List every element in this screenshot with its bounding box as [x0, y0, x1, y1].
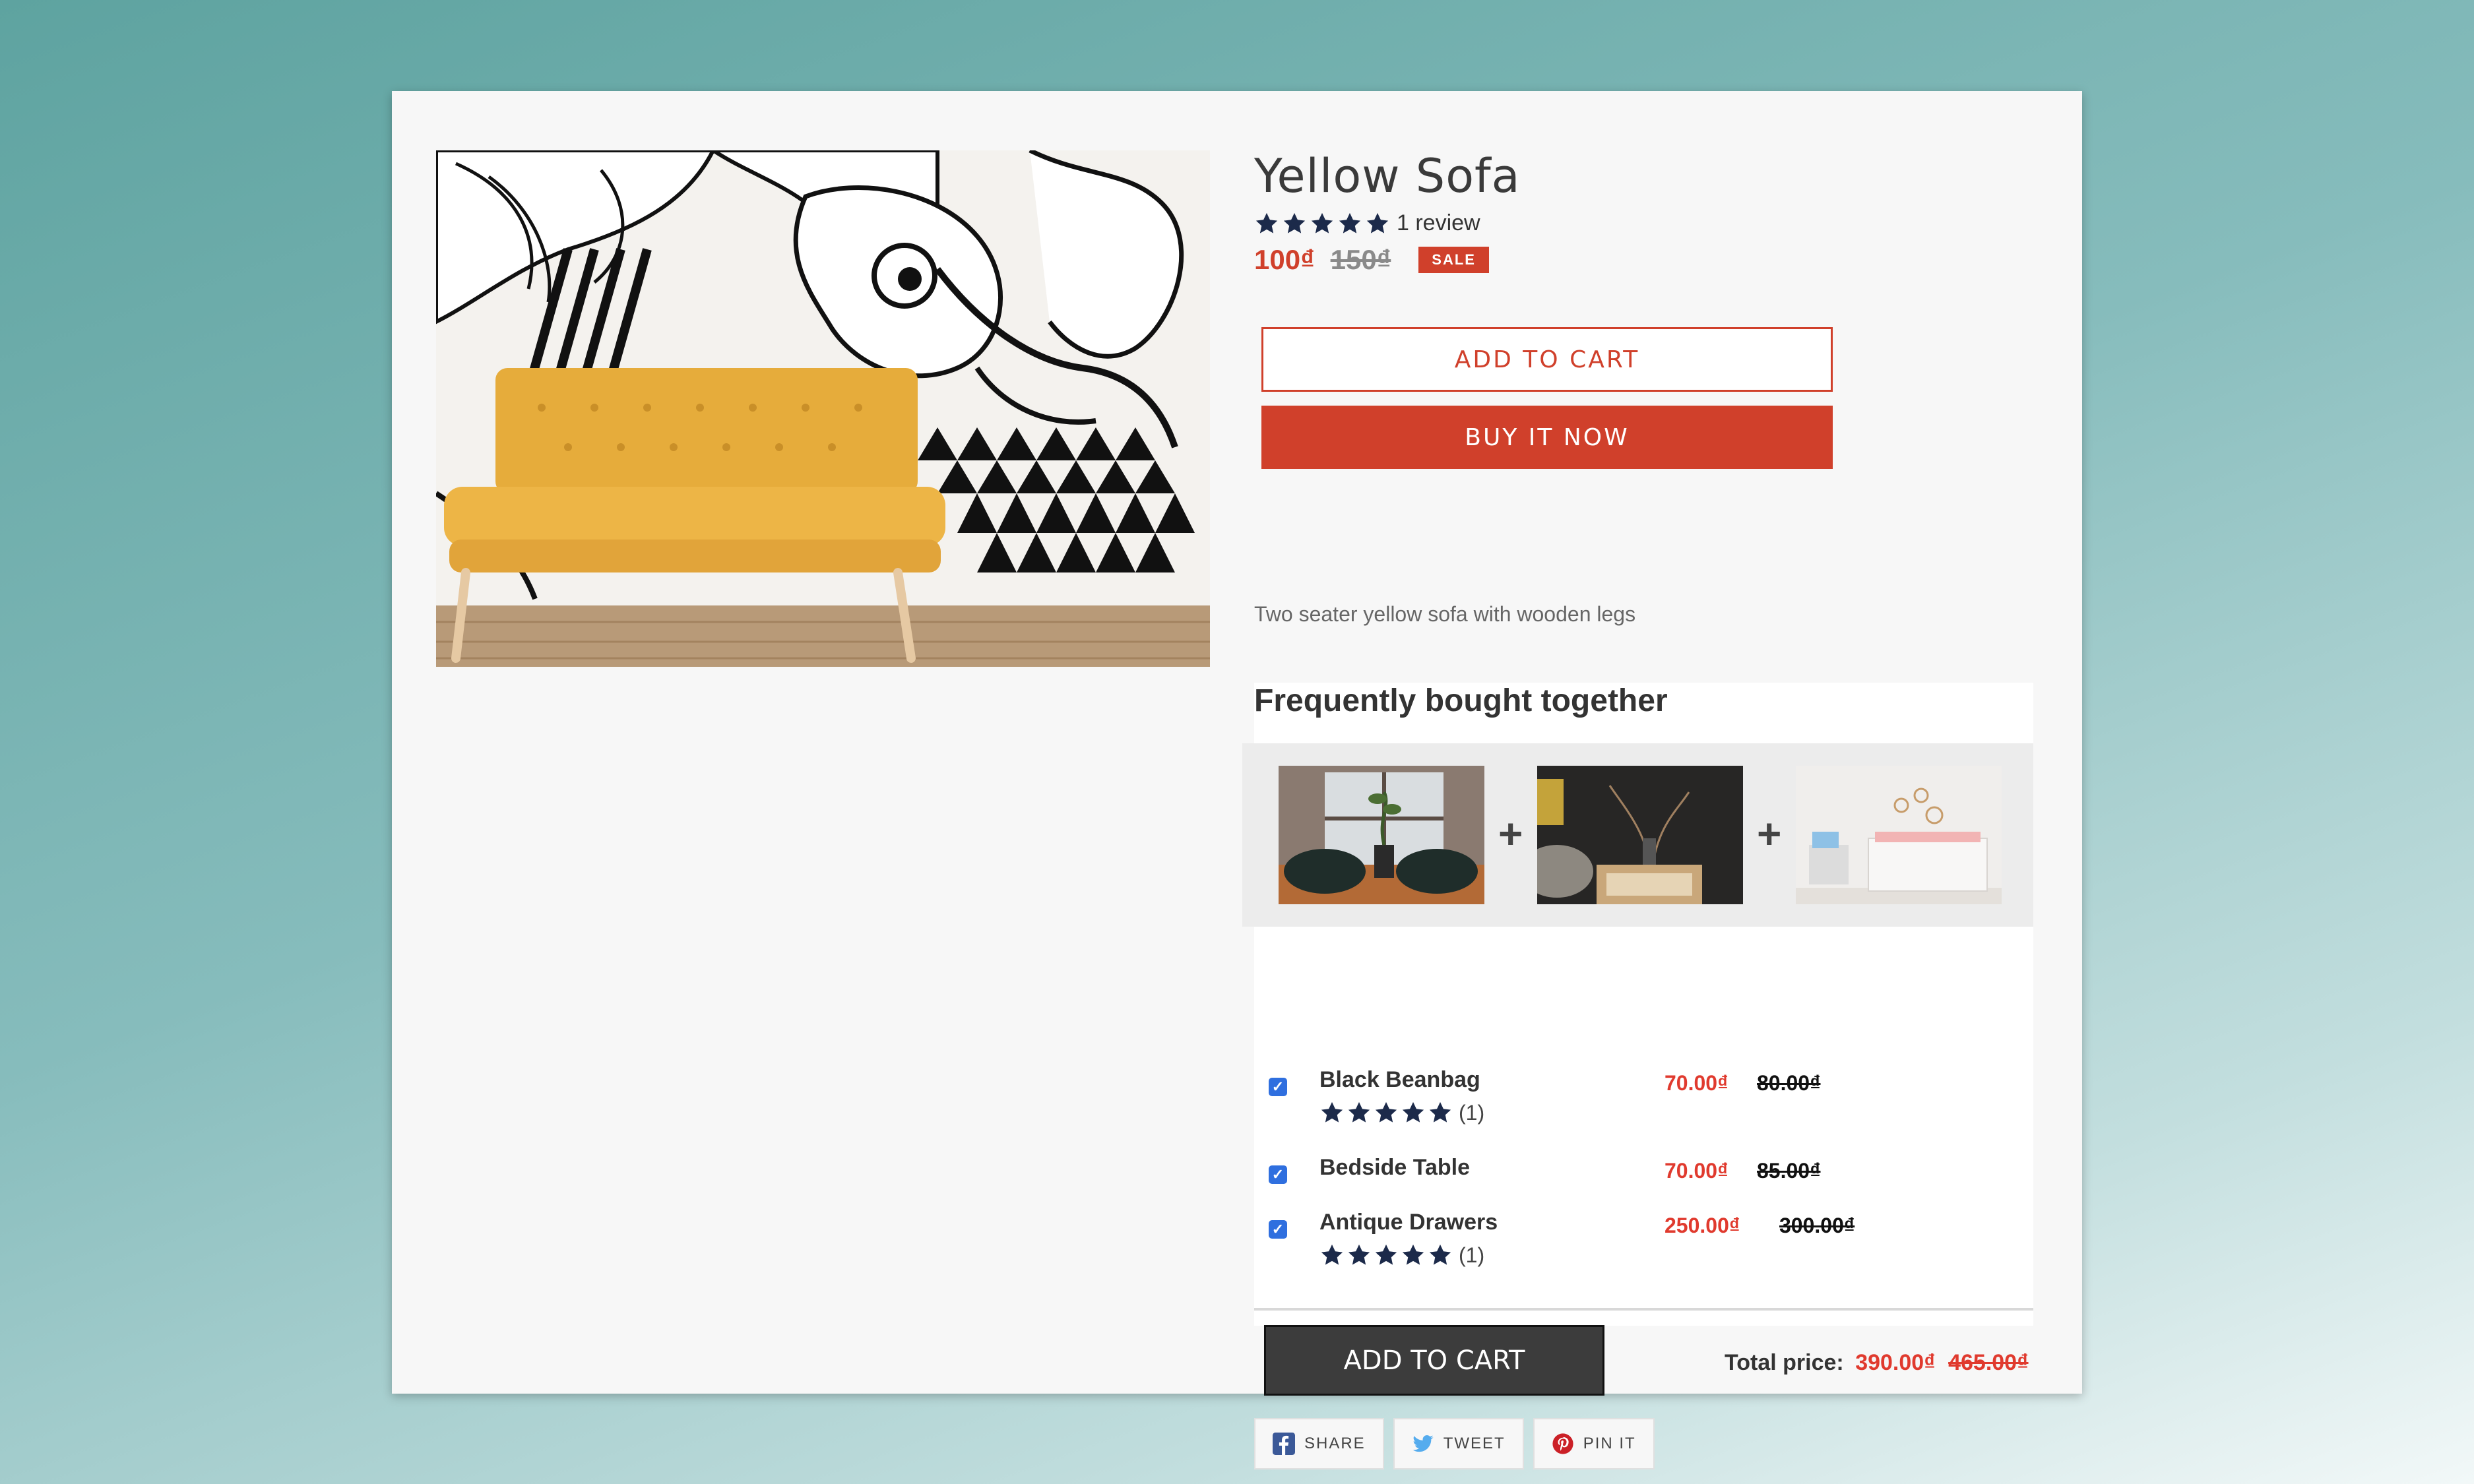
star-icon [1310, 211, 1335, 236]
star-icon [1365, 211, 1390, 236]
bundle-images: + + [1242, 743, 2033, 927]
bedside-table-image [1537, 766, 1743, 904]
star-icon [1282, 211, 1307, 236]
plus-icon: + [1757, 810, 1782, 857]
total-label: Total price: [1725, 1350, 1844, 1375]
bundle-item-name[interactable]: Antique Drawers [1319, 1210, 1498, 1235]
product-description: Two seater yellow sofa with wooden legs [1254, 602, 1636, 626]
black-beanbag-thumbnail[interactable] [1279, 766, 1484, 904]
bundle-total-price: Total price: 390.00₫ 465.00₫ [1725, 1350, 2029, 1376]
product-title: Yellow Sofa [1254, 149, 1521, 203]
share-label: SHARE [1304, 1435, 1366, 1452]
star-icon [1319, 1100, 1345, 1125]
beanbag-image [1279, 766, 1484, 904]
star-icon [1347, 1243, 1372, 1268]
compare-price: 150₫ [1330, 244, 1391, 275]
product-rating[interactable]: 1 review [1254, 210, 1480, 236]
bundle-item-rating: (1) [1319, 1243, 1484, 1268]
bundle-item-name[interactable]: Black Beanbag [1319, 1067, 1480, 1093]
bundle-item-checkbox[interactable]: ✓ [1269, 1165, 1287, 1184]
bundle-item-checkbox[interactable]: ✓ [1269, 1220, 1287, 1239]
bundle-item-compare-price: 85.00₫ [1757, 1159, 1821, 1183]
buy-it-now-button[interactable]: BUY IT NOW [1261, 406, 1833, 469]
facebook-share-button[interactable]: SHARE [1254, 1418, 1384, 1469]
star-icon [1319, 1243, 1345, 1268]
star-icon [1374, 1100, 1399, 1125]
star-icon [1374, 1243, 1399, 1268]
facebook-icon [1273, 1433, 1295, 1455]
twitter-share-button[interactable]: TWEET [1393, 1418, 1524, 1469]
bundle-divider [1254, 1308, 2033, 1311]
bundle-item-price: 250.00₫ [1665, 1214, 1740, 1237]
review-count: (1) [1459, 1100, 1485, 1125]
product-image[interactable] [436, 150, 1210, 667]
bundle-title: Frequently bought together [1254, 683, 1668, 718]
plus-icon: + [1498, 810, 1523, 857]
review-count-link[interactable]: 1 review [1397, 210, 1480, 236]
star-icon [1337, 211, 1362, 236]
star-icon [1401, 1100, 1426, 1125]
bundle-item-compare-price: 80.00₫ [1757, 1071, 1821, 1095]
bundle-item-checkbox[interactable]: ✓ [1269, 1078, 1287, 1096]
social-share: SHARE TWEET PIN IT [1254, 1418, 1664, 1469]
share-label: TWEET [1443, 1435, 1506, 1452]
bedside-table-thumbnail[interactable] [1537, 766, 1743, 904]
bundle-item-price: 70.00₫ [1665, 1159, 1729, 1183]
twitter-icon [1412, 1435, 1434, 1452]
frequently-bought-together: Frequently bought together + + ✓ Black B… [1242, 683, 2033, 1326]
star-icon [1401, 1243, 1426, 1268]
pinterest-share-button[interactable]: PIN IT [1533, 1418, 1655, 1469]
star-rating [1254, 211, 1393, 236]
bundle-item-rating: (1) [1319, 1100, 1484, 1125]
antique-drawers-image [1796, 766, 2002, 904]
sale-badge: SALE [1418, 247, 1489, 273]
star-icon [1428, 1100, 1453, 1125]
bundle-item-price: 70.00₫ [1665, 1071, 1729, 1095]
add-to-cart-button[interactable]: ADD TO CART [1261, 327, 1833, 392]
sale-price: 100₫ [1254, 244, 1315, 275]
share-label: PIN IT [1583, 1435, 1636, 1452]
review-count: (1) [1459, 1243, 1485, 1267]
star-icon [1254, 211, 1279, 236]
bundle-item-name[interactable]: Bedside Table [1319, 1155, 1470, 1181]
yellow-sofa-image [436, 150, 1210, 667]
product-card: Yellow Sofa 1 review 100₫ 150₫ SALE ADD … [392, 91, 2082, 1469]
star-icon [1428, 1243, 1453, 1268]
star-icon [1347, 1100, 1372, 1125]
total-compare-price: 465.00₫ [1948, 1350, 2029, 1375]
pinterest-icon [1552, 1433, 1573, 1454]
bundle-add-to-cart-button[interactable]: ADD TO CART [1264, 1325, 1604, 1396]
bundle-item-compare-price: 300.00₫ [1779, 1214, 1855, 1237]
price-row: 100₫ 150₫ SALE [1254, 244, 1489, 276]
total-price: 390.00₫ [1855, 1350, 1936, 1375]
antique-drawers-thumbnail[interactable] [1796, 766, 2002, 904]
